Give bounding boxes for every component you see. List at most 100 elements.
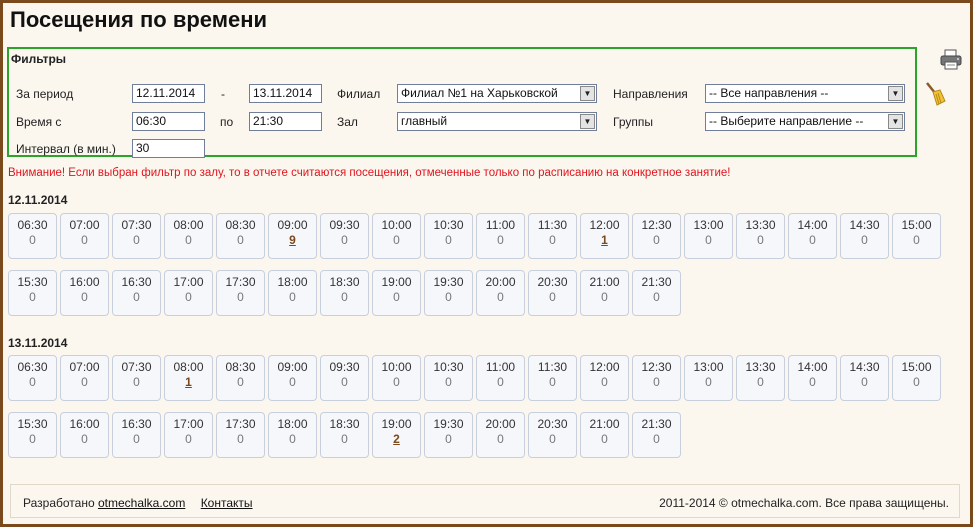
date-from-field[interactable]: 12.11.2014 (132, 84, 205, 103)
slot-count: 0 (601, 375, 608, 389)
time-slot: 19:00 2 (372, 412, 421, 458)
slot-time: 19:30 (433, 417, 464, 431)
time-from-field[interactable]: 06:30 (132, 112, 205, 131)
slot-count: 0 (81, 290, 88, 304)
slot-count: 0 (445, 375, 452, 389)
slot-time: 12:30 (641, 218, 672, 232)
slot-count: 0 (653, 375, 660, 389)
slot-count: 0 (653, 432, 660, 446)
slot-count: 0 (341, 290, 348, 304)
slot-count: 0 (81, 233, 88, 247)
slot-count: 0 (393, 233, 400, 247)
time-to-field[interactable]: 21:30 (249, 112, 322, 131)
slot-count-link[interactable]: 1 (165, 375, 212, 389)
period-label: За период (16, 87, 74, 101)
slot-time: 21:30 (641, 417, 672, 431)
time-slot: 17:30 0 (216, 270, 265, 316)
chevron-down-icon[interactable]: ▼ (888, 114, 903, 129)
time-slot: 07:30 0 (112, 355, 161, 401)
time-slot: 10:30 0 (424, 213, 473, 259)
slot-time: 12:00 (589, 218, 620, 232)
time-slot: 21:30 0 (632, 270, 681, 316)
slot-time: 20:00 (485, 275, 516, 289)
slot-count: 0 (393, 375, 400, 389)
slot-count: 0 (29, 290, 36, 304)
slot-time: 18:00 (277, 275, 308, 289)
slot-time: 18:30 (329, 275, 360, 289)
slot-time: 13:30 (745, 360, 776, 374)
time-slot: 15:00 0 (892, 355, 941, 401)
contacts-link[interactable]: Контакты (201, 496, 253, 510)
slot-time: 08:00 (173, 360, 204, 374)
slot-time: 21:00 (589, 417, 620, 431)
interval-field[interactable]: 30 (132, 139, 205, 158)
slot-count: 0 (29, 375, 36, 389)
slot-count-link[interactable]: 9 (269, 233, 316, 247)
time-slot: 18:30 0 (320, 270, 369, 316)
slot-count: 0 (549, 432, 556, 446)
slot-time: 14:30 (849, 218, 880, 232)
broom-icon[interactable] (923, 81, 947, 107)
slot-count: 0 (133, 233, 140, 247)
time-slot: 10:30 0 (424, 355, 473, 401)
slot-count: 0 (393, 290, 400, 304)
slot-count: 0 (757, 375, 764, 389)
slot-time: 11:30 (537, 218, 568, 232)
slot-time: 10:30 (433, 360, 464, 374)
slot-count: 0 (289, 375, 296, 389)
slot-count: 0 (445, 432, 452, 446)
time-slot: 12:30 0 (632, 213, 681, 259)
time-slot: 10:00 0 (372, 213, 421, 259)
slot-count: 0 (29, 233, 36, 247)
time-slot: 19:30 0 (424, 270, 473, 316)
slot-count-link[interactable]: 1 (581, 233, 628, 247)
slot-count: 0 (185, 290, 192, 304)
time-slot: 09:00 0 (268, 355, 317, 401)
slot-time: 19:00 (381, 417, 412, 431)
day-date: 12.11.2014 (8, 193, 68, 207)
slot-count: 0 (133, 290, 140, 304)
time-slot: 21:00 0 (580, 412, 629, 458)
time-slot: 18:30 0 (320, 412, 369, 458)
direction-select[interactable]: -- Все направления -- ▼ (705, 84, 905, 103)
slot-time: 14:00 (797, 218, 828, 232)
slot-time: 21:30 (641, 275, 672, 289)
printer-icon[interactable] (939, 49, 963, 71)
chevron-down-icon[interactable]: ▼ (580, 86, 595, 101)
slot-time: 16:30 (121, 417, 152, 431)
hall-select-value: главный (401, 114, 448, 128)
chevron-down-icon[interactable]: ▼ (888, 86, 903, 101)
time-slot: 13:30 0 (736, 213, 785, 259)
branch-select[interactable]: Филиал №1 на Харьковской ▼ (397, 84, 597, 103)
slot-time: 11:30 (537, 360, 568, 374)
filters-panel: Фильтры За период 12.11.2014 - 13.11.201… (7, 47, 917, 158)
time-slot: 06:30 0 (8, 213, 57, 259)
groups-select[interactable]: -- Выберите направление -- ▼ (705, 112, 905, 131)
page-title: Посещения по времени (10, 7, 268, 32)
time-slot: 11:00 0 (476, 213, 525, 259)
time-slot: 12:00 1 (580, 213, 629, 259)
slot-count-link[interactable]: 2 (373, 432, 420, 446)
time-slot: 16:30 0 (112, 270, 161, 316)
groups-select-value: -- Выберите направление -- (709, 114, 864, 128)
slot-time: 13:00 (693, 218, 724, 232)
date-to-field[interactable]: 13.11.2014 (249, 84, 322, 103)
day-date: 13.11.2014 (8, 336, 68, 350)
slot-time: 12:00 (589, 360, 620, 374)
chevron-down-icon[interactable]: ▼ (580, 114, 595, 129)
slot-time: 09:30 (329, 360, 360, 374)
time-slot: 08:30 0 (216, 355, 265, 401)
site-link[interactable]: otmechalka.com (98, 496, 185, 510)
slot-time: 09:30 (329, 218, 360, 232)
slot-time: 09:00 (277, 218, 308, 232)
slot-count: 0 (237, 375, 244, 389)
time-slot: 19:30 0 (424, 412, 473, 458)
slot-count: 0 (289, 432, 296, 446)
time-slot: 07:00 0 (60, 355, 109, 401)
time-slot: 20:00 0 (476, 270, 525, 316)
hall-select[interactable]: главный ▼ (397, 112, 597, 131)
slot-time: 17:00 (173, 275, 204, 289)
time-slot: 08:30 0 (216, 213, 265, 259)
slot-time: 20:30 (537, 275, 568, 289)
slot-time: 18:00 (277, 417, 308, 431)
